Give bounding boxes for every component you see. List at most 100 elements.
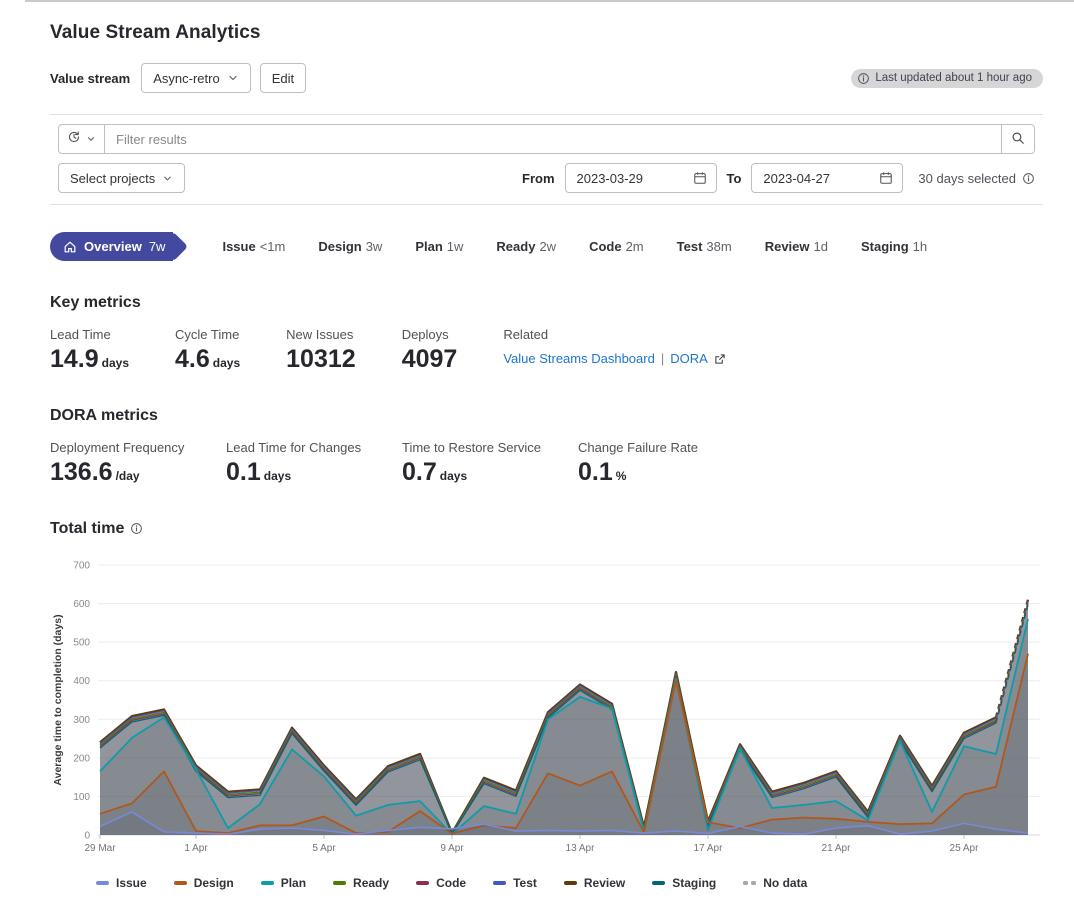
metric-number: 136.6 (50, 458, 113, 487)
value-stream-dropdown[interactable]: Async-retro (141, 63, 250, 93)
stage-name: Ready (496, 239, 535, 254)
total-time-chart[interactable]: 0100200300400500600700Average time to co… (50, 551, 1042, 869)
metric-label: Deploys (402, 327, 458, 342)
filter-section: Select projects From To (50, 114, 1043, 205)
filter-results-input[interactable] (105, 125, 1001, 153)
stage-tab-staging[interactable]: Staging1h (861, 239, 927, 254)
external-link-icon (714, 353, 726, 365)
legend-swatch (333, 881, 346, 885)
key-metrics-heading: Key metrics (50, 294, 1043, 312)
legend-swatch (652, 881, 665, 885)
legend-swatch (564, 881, 577, 885)
metric-time-to-restore-service: Time to Restore Service0.7days (402, 440, 578, 487)
metric-number: 0.1 (226, 458, 261, 487)
metric-unit: days (440, 469, 467, 483)
metric-value: 0.1days (226, 458, 402, 487)
legend-item-test[interactable]: Test (493, 876, 537, 890)
value-stream-row: Value stream Async-retro Edit Last updat… (50, 63, 1043, 93)
link-separator: | (661, 351, 664, 366)
metric-number: 0.1 (578, 458, 613, 487)
edit-button[interactable]: Edit (260, 63, 306, 93)
dora-metrics-row: Deployment Frequency136.6/dayLead Time f… (50, 440, 1043, 487)
legend-item-code[interactable]: Code (416, 876, 466, 890)
legend-label: Plan (281, 876, 306, 890)
days-selected-summary: 30 days selected (918, 171, 1035, 186)
metric-lead-time-for-changes: Lead Time for Changes 0.1days (226, 440, 402, 487)
value-streams-dashboard-link[interactable]: Value Streams Dashboard (503, 351, 655, 366)
metric-change-failure-rate: Change Failure Rate 0.1% (578, 440, 754, 487)
legend-swatch (416, 881, 429, 885)
metric-label: Lead Time for Changes (226, 440, 402, 455)
to-label: To (727, 171, 742, 186)
metric-lead-time: Lead Time14.9days (50, 327, 129, 374)
info-icon (130, 522, 143, 535)
search-button[interactable] (1001, 125, 1034, 153)
svg-text:700: 700 (73, 560, 90, 571)
calendar-icon (693, 171, 707, 185)
history-icon (67, 130, 81, 149)
svg-text:100: 100 (73, 792, 90, 803)
total-time-heading-text: Total time (50, 520, 124, 538)
stage-tab-test[interactable]: Test38m (677, 239, 732, 254)
dora-metrics-heading: DORA metrics (50, 407, 1043, 425)
legend-item-staging[interactable]: Staging (652, 876, 716, 890)
legend-label: Issue (116, 876, 147, 890)
legend-item-review[interactable]: Review (564, 876, 625, 890)
legend-item-design[interactable]: Design (174, 876, 234, 890)
stage-duration: 1d (814, 239, 828, 254)
stage-duration: 7w (149, 239, 166, 254)
metric-unit: days (213, 356, 240, 370)
chevron-down-icon (162, 173, 173, 184)
stage-tab-code[interactable]: Code2m (589, 239, 644, 254)
from-date-field[interactable] (565, 163, 717, 193)
stage-tab-overview-selected[interactable]: Overview 7w (50, 232, 173, 261)
chart-legend: Issue Design Plan Ready Code Test Review Stagin… (96, 876, 1043, 890)
stage-tab-design[interactable]: Design3w (318, 239, 382, 254)
chevron-down-icon (86, 134, 96, 144)
stage-tab-plan[interactable]: Plan1w (415, 239, 463, 254)
filter-history-dropdown[interactable] (59, 125, 105, 153)
legend-swatch (174, 881, 187, 885)
to-date-field[interactable] (751, 163, 903, 193)
svg-text:21 Apr: 21 Apr (822, 843, 852, 854)
legend-label: Ready (353, 876, 389, 890)
dora-link[interactable]: DORA (670, 351, 708, 366)
svg-text:500: 500 (73, 637, 90, 648)
legend-item-issue[interactable]: Issue (96, 876, 147, 890)
legend-swatch (96, 881, 109, 885)
info-icon (1022, 172, 1035, 185)
metric-unit: % (616, 469, 627, 483)
stage-tab-issue[interactable]: Issue<1m (222, 239, 285, 254)
related-links-block: Related Value Streams Dashboard | DORA (503, 327, 725, 374)
related-links: Value Streams Dashboard | DORA (503, 351, 725, 366)
filter-row-2: Select projects From To (58, 163, 1035, 193)
legend-item-ready[interactable]: Ready (333, 876, 389, 890)
metric-unit: days (102, 356, 129, 370)
svg-text:600: 600 (73, 599, 90, 610)
metric-value: 136.6/day (50, 458, 226, 487)
legend-item-no-data[interactable]: No data (743, 876, 807, 890)
legend-item-plan[interactable]: Plan (261, 876, 306, 890)
legend-swatch-no-data (743, 881, 756, 885)
stage-duration: 2w (539, 239, 556, 254)
from-label: From (522, 171, 555, 186)
stage-name: Staging (861, 239, 909, 254)
value-stream-label: Value stream (50, 71, 130, 86)
stage-duration: 38m (706, 239, 731, 254)
stage-name: Review (765, 239, 810, 254)
stage-name: Overview (84, 239, 142, 254)
from-date-input[interactable] (575, 170, 665, 187)
select-projects-dropdown[interactable]: Select projects (58, 163, 185, 193)
to-date-input[interactable] (761, 170, 851, 187)
info-icon (857, 72, 870, 85)
metric-number: 4097 (402, 345, 458, 374)
metric-value: 4.6days (175, 345, 240, 374)
chevron-down-icon (227, 72, 239, 84)
stage-tab-review[interactable]: Review 1d (765, 239, 828, 254)
metric-label: Change Failure Rate (578, 440, 754, 455)
stage-tab-ready[interactable]: Ready 2w (496, 239, 556, 254)
svg-text:200: 200 (73, 753, 90, 764)
related-label: Related (503, 327, 725, 342)
metric-unit: /day (116, 469, 140, 483)
metric-number: 4.6 (175, 345, 210, 374)
